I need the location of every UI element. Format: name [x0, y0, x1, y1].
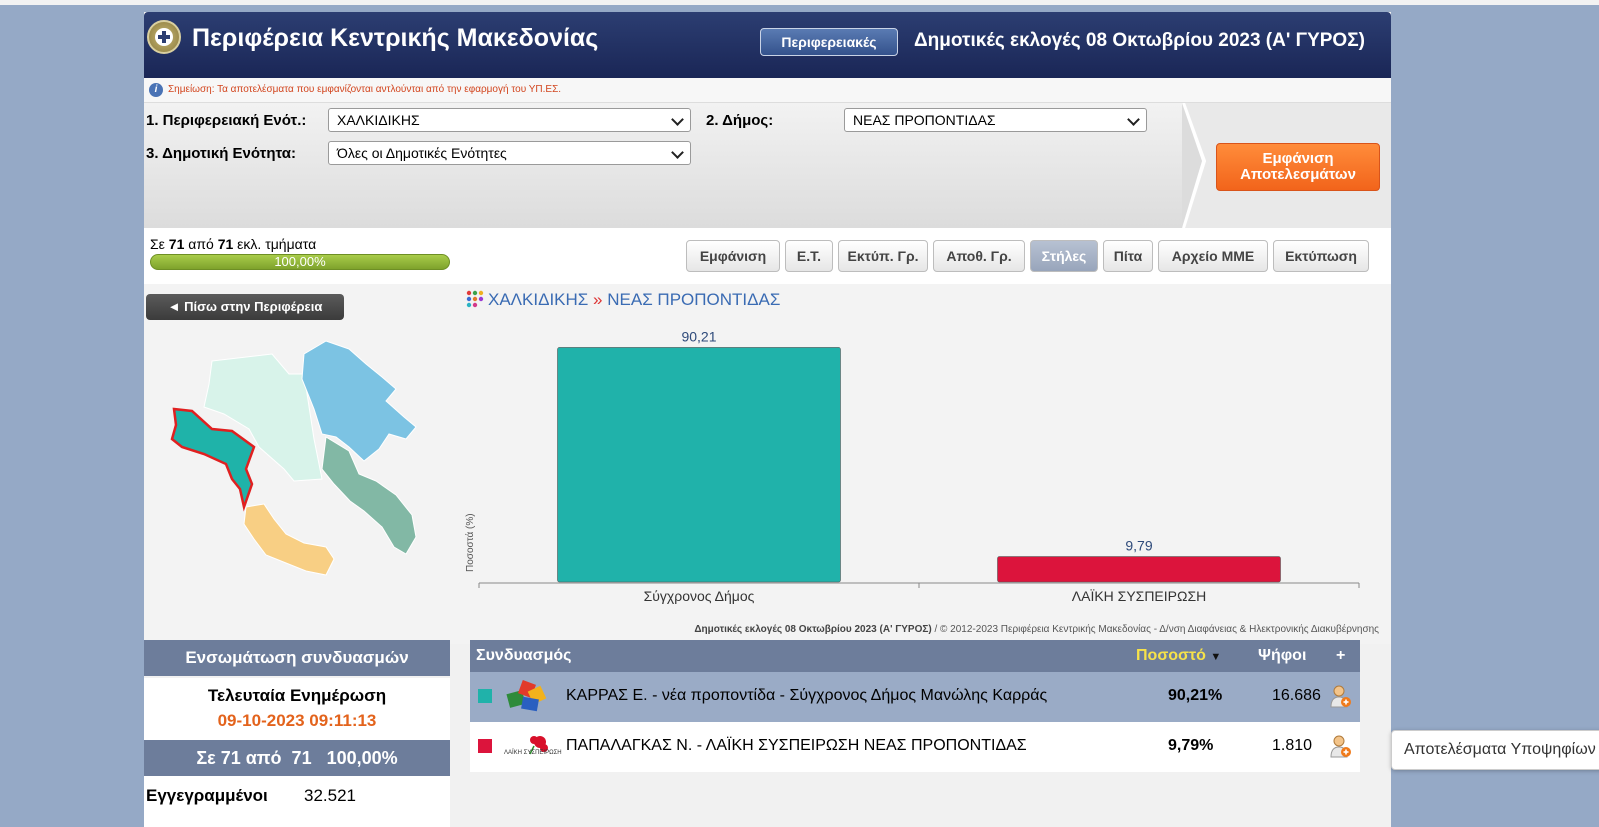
regional-elections-button[interactable]: Περιφερειακές	[760, 28, 898, 56]
region-logo-icon[interactable]	[147, 20, 181, 54]
municipality-select[interactable]: ΝΕΑΣ ΠΡΟΠΟΝΤΙΔΑΣ	[844, 108, 1147, 132]
puzzle-logo-icon	[506, 680, 547, 712]
combination-percent: 90,21%	[1168, 687, 1223, 704]
municipal-unit-value: Όλες οι Δημοτικές Ενότητες	[337, 145, 507, 161]
regional-unit-value: ΧΑΛΚΙΔΙΚΗΣ	[337, 112, 420, 128]
registered-value: 32.521	[304, 786, 356, 805]
stations-counter: Σε 71 από 71 εκλ. τμήματα	[150, 236, 316, 252]
municipal-unit-select[interactable]: Όλες οι Δημοτικές Ενότητες	[328, 141, 691, 165]
bar-2[interactable]	[997, 556, 1281, 583]
header: Περιφέρεια Κεντρικής Μακεδονίας Περιφερε…	[144, 12, 1391, 78]
table-row[interactable]: ΛΑΪΚΗ ΣΥΣΠΕΙΡΩΣΗ ΠΑΠΑΛΑΓΚΑΣ Ν. - ΛΑΪΚΗ ΣΥ…	[470, 722, 1360, 772]
filters-panel: 1. Περιφερειακή Ενότ.: ΧΑΛΚΙΔΙΚΗΣ 2. Δήμ…	[144, 102, 1391, 229]
results-content: ◄ Πίσω στην Περιφέρεια ΧΑΛΚΙΔΙΚΗΣ » ΝΕΑΣ…	[144, 284, 1391, 644]
total-stations: 71	[217, 236, 234, 252]
credit-text: / © 2012-2023 Περιφέρεια Κεντρικής Μακεδ…	[931, 624, 1379, 635]
notice-text: Σημείωση: Τα αποτελέσματα που εμφανίζοντ…	[168, 84, 562, 95]
tab-6[interactable]: Πίτα	[1103, 240, 1153, 272]
bar-value-label-1: 90,21	[681, 328, 716, 344]
counted-stations: 71	[168, 236, 185, 252]
credit-election: Δημοτικές εκλογές 08 Οκτωβρίου 2023 (Α' …	[694, 624, 932, 635]
counter-prefix: Σε	[150, 236, 165, 252]
registered-row: Εγγεγραμμένοι 32.521	[144, 776, 450, 827]
show-results-button[interactable]: Εμφάνιση Αποτελεσμάτων	[1216, 143, 1380, 191]
sort-desc-icon: ▼	[1210, 651, 1222, 663]
last-update-box: Τελευταία Ενημέρωση 09-10-2023 09:11:13	[144, 678, 450, 740]
main-frame: Περιφέρεια Κεντρικής Μακεδονίας Περιφερε…	[144, 12, 1391, 827]
municipality-map	[170, 340, 417, 576]
tab-4[interactable]: Αποθ. Γρ.	[933, 240, 1025, 272]
tab-3[interactable]: Εκτύπ. Γρ.	[838, 240, 928, 272]
candidates-tooltip: Αποτελέσματα Υποψηφίων	[1391, 730, 1599, 770]
category-label-1: Σύγχρονος Δήμος	[644, 588, 755, 604]
chevron-down-icon	[1127, 113, 1140, 126]
y-axis-label: Ποσοστά (%)	[464, 513, 476, 572]
candidates-results-icon[interactable]	[1330, 735, 1352, 759]
table-header: Συνδυασμός Ποσοστό ▼ Ψήφοι +	[470, 640, 1360, 672]
results-bar-chart: 90,21 Σύγχρονος Δήμος 9,79 ΛΑΪΚΗ ΣΥΣΠΕΙΡΩΣΗ…	[464, 328, 1360, 604]
regional-unit-select[interactable]: ΧΑΛΚΙΔΙΚΗΣ	[328, 108, 691, 132]
show-results-label-1: Εμφάνιση	[1262, 150, 1334, 167]
counter-suffix: εκλ. τμήματα	[237, 236, 317, 252]
category-label-2: ΛΑΪΚΗ ΣΥΣΠΕΙΡΩΣΗ	[1072, 588, 1206, 604]
col-percent-label: Ποσοστό	[1136, 647, 1206, 664]
chevron-down-icon	[671, 146, 684, 159]
counter-middle: από	[188, 236, 214, 252]
tab-1[interactable]: Εμφάνιση	[686, 240, 780, 272]
col-votes[interactable]: Ψήφοι	[1258, 647, 1306, 665]
col-percent[interactable]: Ποσοστό ▼	[1136, 647, 1221, 665]
back-to-region-button[interactable]: ◄ Πίσω στην Περιφέρεια	[146, 294, 344, 320]
color-swatch	[478, 739, 492, 753]
last-update-label: Τελευταία Ενημέρωση	[207, 686, 387, 705]
combination-name[interactable]: ΠΑΠΑΛΑΓΚΑΣ Ν. - ΛΑΪΚΗ ΣΥΣΠΕΙΡΩΣΗ ΝΕΑΣ ΠΡ…	[566, 737, 1027, 755]
laiki-logo-text: ΛΑΪΚΗ ΣΥΣΠΕΙΡΩΣΗ	[504, 750, 562, 756]
municipal-unit-label: 3. Δημοτική Ενότητα:	[146, 145, 296, 162]
map-region-northeast[interactable]	[301, 340, 417, 462]
combination-name[interactable]: ΚΑΡΡΑΣ Ε. - νέα προποντίδα - Σύγχρονος Δ…	[566, 687, 1047, 705]
tab-8[interactable]: Εκτύπωση	[1273, 240, 1369, 272]
table-row[interactable]: ΚΑΡΡΑΣ Ε. - νέα προποντίδα - Σύγχρονος Δ…	[470, 672, 1360, 722]
municipality-label: 2. Δήμος:	[706, 112, 774, 129]
bar-value-label-2: 9,79	[1125, 538, 1152, 554]
col-combination[interactable]: Συνδυασμός	[476, 647, 572, 665]
municipality-value: ΝΕΑΣ ΠΡΟΠΟΝΤΙΔΑΣ	[853, 112, 996, 128]
incorporation-header: Ενσωμάτωση συνδυασμών	[144, 640, 450, 676]
laiki-syspeirosi-logo-icon: ΛΑΪΚΗ ΣΥΣΠΕΙΡΩΣΗ	[504, 732, 562, 762]
tab-7[interactable]: Αρχείο ΜΜΕ	[1158, 240, 1268, 272]
top-strip	[0, 0, 1599, 5]
bar-1[interactable]	[557, 347, 841, 583]
tab-5[interactable]: Στήλες	[1030, 240, 1098, 272]
map-region-south[interactable]	[243, 503, 335, 576]
progress-bar: 100,00%	[150, 254, 450, 270]
col-add[interactable]: +	[1336, 647, 1345, 665]
last-update-value: 09-10-2023 09:11:13	[217, 711, 377, 730]
election-title: Δημοτικές εκλογές 08 Οκτωβρίου 2023 (Α' …	[914, 30, 1365, 51]
page-title: Περιφέρεια Κεντρικής Μακεδονίας	[192, 24, 599, 52]
regional-unit-label: 1. Περιφερειακή Ενότ.:	[146, 112, 307, 129]
registered-label: Εγγεγραμμένοι	[146, 786, 268, 805]
stations-summary-header: Σε 71 από 71 100,00%	[144, 740, 450, 776]
tab-2[interactable]: Ε.Τ.	[785, 240, 833, 272]
chart-credit: Δημοτικές εκλογές 08 Οκτωβρίου 2023 (Α' …	[694, 624, 1379, 635]
combination-percent: 9,79%	[1168, 737, 1214, 754]
info-icon: i	[149, 83, 163, 97]
notice-bar: i Σημείωση: Τα αποτελέσματα που εμφανίζο…	[144, 78, 1391, 103]
candidates-results-icon[interactable]	[1330, 685, 1352, 709]
color-swatch	[478, 689, 492, 703]
progress-row: Σε 71 από 71 εκλ. τμήματα 100,00% Εμφάνι…	[144, 228, 1391, 284]
chevron-down-icon	[671, 113, 684, 126]
combination-votes: 16.686	[1272, 687, 1321, 704]
combination-votes: 1.810	[1272, 737, 1313, 754]
show-results-label-2: Αποτελεσμάτων	[1240, 166, 1356, 183]
